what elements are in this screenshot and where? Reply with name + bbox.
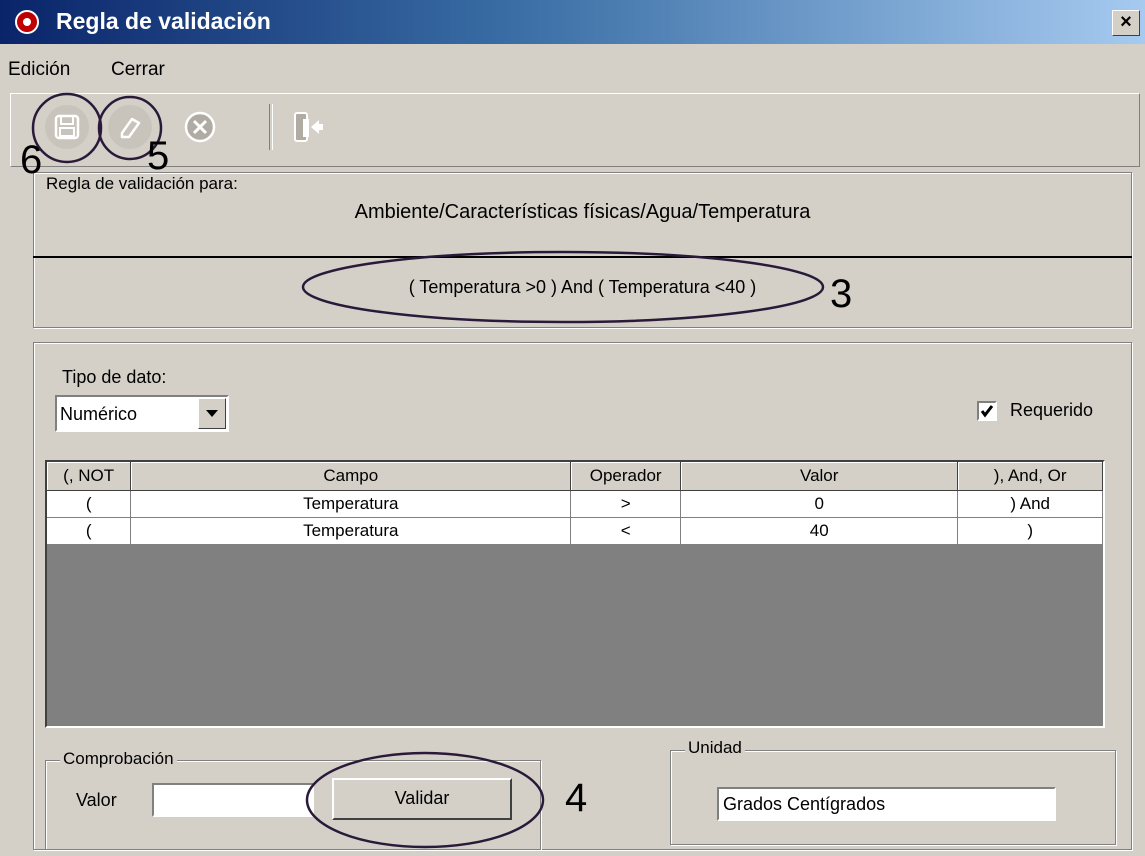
grid-header-row: (, NOT Campo Operador Valor ), And, Or <box>47 462 1103 491</box>
grid-cell[interactable]: ) <box>957 517 1103 545</box>
col-header-valor[interactable]: Valor <box>680 462 959 491</box>
annotation-3: 3 <box>830 272 853 316</box>
exit-icon <box>294 112 323 142</box>
annotation-5: 5 <box>147 134 170 178</box>
checkmark-icon <box>980 405 994 418</box>
title-bar: Regla de validación × <box>0 0 1145 44</box>
datatype-select[interactable]: Numérico <box>55 395 229 432</box>
grid-cell[interactable]: ( <box>47 517 132 545</box>
rule-expression: ( Temperatura >0 ) And ( Temperatura <40… <box>408 277 757 297</box>
grid-cell[interactable]: < <box>570 517 682 545</box>
datatype-value: Numérico <box>60 404 138 424</box>
close-button[interactable]: × <box>1112 10 1140 36</box>
unit-caption: Unidad <box>685 738 745 758</box>
eraser-icon <box>120 117 141 139</box>
clear-button[interactable] <box>108 105 152 149</box>
value-input[interactable] <box>152 783 314 817</box>
rule-divider <box>33 256 1132 258</box>
rule-grid[interactable]: (, NOT Campo Operador Valor ), And, Or (… <box>45 460 1105 728</box>
save-button[interactable] <box>45 105 89 149</box>
save-icon <box>54 114 80 140</box>
col-header-operador[interactable]: Operador <box>570 462 682 491</box>
window-title: Regla de validación <box>56 8 271 34</box>
grid-cell[interactable]: Temperatura <box>130 490 572 518</box>
check-caption: Comprobación <box>60 749 177 769</box>
dropdown-button[interactable] <box>198 398 226 429</box>
table-row[interactable]: ( Temperatura > 0 ) And <box>47 490 1103 518</box>
col-header-logic[interactable]: ), And, Or <box>957 462 1103 491</box>
unit-input[interactable]: Grados Centígrados <box>717 787 1056 821</box>
required-label: Requerido <box>1010 400 1094 420</box>
menu-cerrar[interactable]: Cerrar <box>111 58 165 82</box>
annotation-6: 6 <box>20 138 43 182</box>
chevron-down-icon <box>206 409 218 417</box>
table-row[interactable]: ( Temperatura < 40 ) <box>47 517 1103 545</box>
grid-cell[interactable]: > <box>570 490 682 518</box>
col-header-not[interactable]: (, NOT <box>47 462 132 491</box>
datatype-label: Tipo de dato: <box>62 367 167 387</box>
exit-button[interactable] <box>285 105 329 149</box>
cancel-icon <box>184 111 216 143</box>
toolbar-separator <box>269 104 273 150</box>
value-label: Valor <box>76 790 117 810</box>
rule-group <box>33 172 1132 328</box>
grid-cell[interactable]: ( <box>47 490 132 518</box>
grid-cell[interactable]: ) And <box>957 490 1103 518</box>
cancel-button[interactable] <box>178 105 222 149</box>
validate-button[interactable]: Validar <box>332 778 512 820</box>
rule-path: Ambiente/Características físicas/Agua/Te… <box>354 201 811 223</box>
required-checkbox[interactable] <box>977 401 997 421</box>
menu-edicion[interactable]: Edición <box>8 58 70 82</box>
rule-caption: Regla de validación para: <box>43 174 241 194</box>
annotation-4: 4 <box>565 776 588 820</box>
grid-cell[interactable]: Temperatura <box>130 517 572 545</box>
grid-cell[interactable]: 40 <box>680 517 959 545</box>
grid-cell[interactable]: 0 <box>680 490 959 518</box>
app-icon <box>15 10 39 34</box>
col-header-campo[interactable]: Campo <box>130 462 572 491</box>
